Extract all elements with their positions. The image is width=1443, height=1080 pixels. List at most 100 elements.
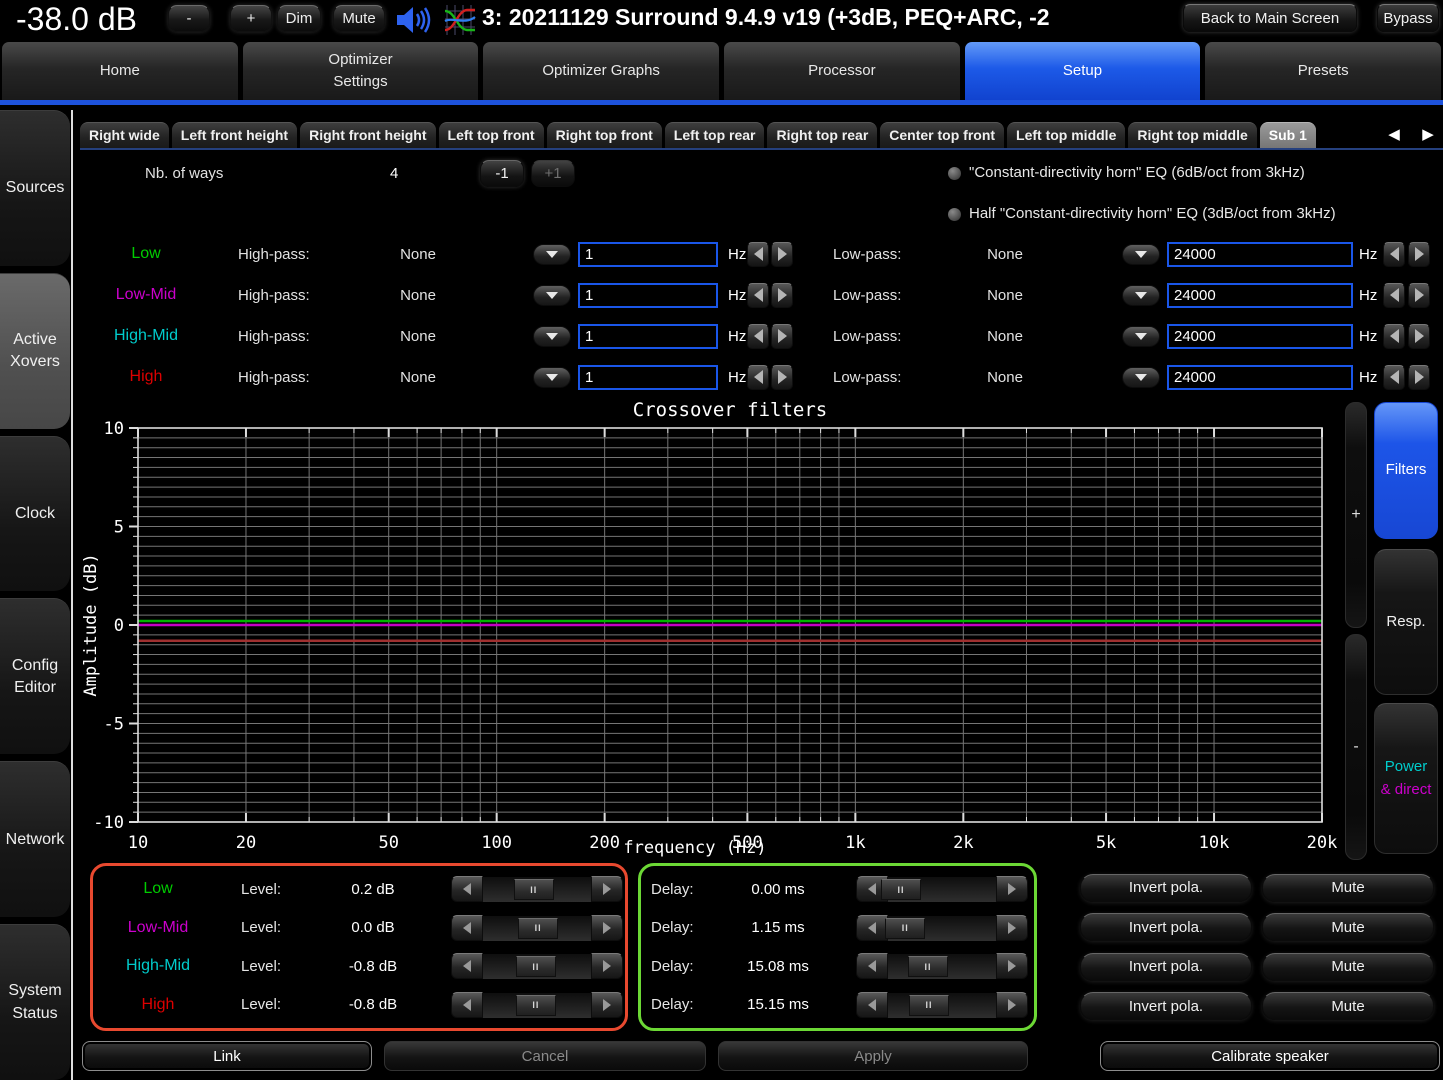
tab-optimizer-graphs[interactable]: Optimizer Graphs [483,42,719,100]
high-pass-freq-down-button[interactable] [747,365,769,390]
slider-handle[interactable]: II [514,879,554,900]
slider-decrement-button[interactable] [856,992,888,1018]
channel-tab-left-front-height[interactable]: Left front height [172,122,297,148]
dim-button[interactable]: Dim [277,5,321,32]
channel-tab-left-top-front[interactable]: Left top front [439,122,544,148]
slider-increment-button[interactable] [996,876,1028,902]
delay-slider-high-mid[interactable]: II [856,953,1028,979]
slider-increment-button[interactable] [591,953,623,979]
mute-button-high[interactable]: Mute [1262,992,1434,1020]
ways-decrement-button[interactable]: -1 [480,160,524,187]
ways-increment-button[interactable]: +1 [531,160,575,187]
low-pass-type-dropdown[interactable] [1122,326,1160,347]
slider-handle[interactable]: II [516,995,556,1016]
high-pass-type-dropdown[interactable] [533,367,571,388]
invert-polarity-button-high-mid[interactable]: Invert pola. [1080,953,1252,981]
mute-button-low-mid[interactable]: Mute [1262,913,1434,941]
slider-track[interactable]: II [888,876,996,902]
slider-increment-button[interactable] [591,992,623,1018]
high-pass-type-dropdown[interactable] [533,326,571,347]
slider-handle[interactable]: II [885,918,925,939]
slider-increment-button[interactable] [996,953,1028,979]
channel-tab-right-top-middle[interactable]: Right top middle [1128,122,1256,148]
high-pass-freq-input[interactable] [578,324,718,349]
slider-track[interactable]: II [483,876,591,902]
high-pass-type-dropdown[interactable] [533,244,571,265]
sidebar-item-active-xovers[interactable]: Active Xovers [0,273,70,429]
channel-tab-right-top-front[interactable]: Right top front [547,122,662,148]
channel-tab-right-wide[interactable]: Right wide [80,122,169,148]
slider-handle[interactable]: II [908,956,948,977]
cancel-button[interactable]: Cancel [384,1041,706,1071]
low-pass-freq-input[interactable] [1167,283,1353,308]
level-slider-low-mid[interactable]: II [451,915,623,941]
channel-tab-left-top-rear[interactable]: Left top rear [665,122,765,148]
slider-track[interactable]: II [888,915,996,941]
mute-button-low[interactable]: Mute [1262,874,1434,902]
slider-decrement-button[interactable] [451,992,483,1018]
tab-optimizer-settings[interactable]: Optimizer Settings [243,42,479,100]
invert-polarity-button-low-mid[interactable]: Invert pola. [1080,913,1252,941]
low-pass-freq-down-button[interactable] [1383,365,1405,390]
high-pass-freq-up-button[interactable] [771,324,793,349]
slider-handle[interactable]: II [881,879,921,900]
slider-track[interactable]: II [888,953,996,979]
high-pass-freq-input[interactable] [578,365,718,390]
sidebar-item-config-editor[interactable]: Config Editor [0,598,70,754]
zoom-in-button[interactable]: + [1345,402,1367,628]
slider-handle[interactable]: II [516,956,556,977]
delay-slider-low[interactable]: II [856,876,1028,902]
high-pass-freq-input[interactable] [578,283,718,308]
sidebar-item-clock[interactable]: Clock [0,436,70,592]
low-pass-type-dropdown[interactable] [1122,244,1160,265]
invert-polarity-button-low[interactable]: Invert pola. [1080,874,1252,902]
sidebar-item-system-status[interactable]: System Status [0,924,70,1080]
mute-button-high-mid[interactable]: Mute [1262,953,1434,981]
slider-increment-button[interactable] [996,992,1028,1018]
cd-horn-eq-radio[interactable] [948,167,961,180]
tab-presets[interactable]: Presets [1205,42,1441,100]
calibrate-speaker-button[interactable]: Calibrate speaker [1100,1041,1440,1071]
slider-track[interactable]: II [483,992,591,1018]
slider-track[interactable]: II [483,915,591,941]
channel-tabs-next-icon[interactable]: ▶ [1415,121,1441,147]
low-pass-type-dropdown[interactable] [1122,367,1160,388]
slider-decrement-button[interactable] [451,953,483,979]
low-pass-freq-input[interactable] [1167,324,1353,349]
tab-setup[interactable]: Setup [965,42,1201,100]
low-pass-freq-down-button[interactable] [1383,283,1405,308]
high-pass-freq-input[interactable] [578,242,718,267]
channel-tab-right-top-rear[interactable]: Right top rear [767,122,877,148]
zoom-out-button[interactable]: - [1345,634,1367,860]
half-cd-horn-eq-radio[interactable] [948,208,961,221]
high-pass-freq-up-button[interactable] [771,242,793,267]
volume-down-button[interactable]: - [168,5,210,32]
tab-processor[interactable]: Processor [724,42,960,100]
link-button[interactable]: Link [82,1041,372,1071]
slider-decrement-button[interactable] [451,915,483,941]
apply-button[interactable]: Apply [718,1041,1028,1071]
channel-tab-sub-1[interactable]: Sub 1 [1260,122,1316,148]
cd-horn-eq-label[interactable]: "Constant-directivity horn" EQ (6dB/oct … [969,164,1305,181]
low-pass-freq-input[interactable] [1167,365,1353,390]
channel-tab-left-top-middle[interactable]: Left top middle [1007,122,1125,148]
high-pass-freq-up-button[interactable] [771,365,793,390]
power-direct-view-button[interactable]: Power & direct [1374,703,1438,854]
mute-button[interactable]: Mute [333,5,385,32]
delay-slider-low-mid[interactable]: II [856,915,1028,941]
low-pass-freq-down-button[interactable] [1383,242,1405,267]
half-cd-horn-eq-label[interactable]: Half "Constant-directivity horn" EQ (3dB… [969,205,1336,222]
sidebar-item-sources[interactable]: Sources [0,110,70,266]
low-pass-freq-up-button[interactable] [1408,242,1430,267]
high-pass-freq-up-button[interactable] [771,283,793,308]
back-to-main-screen-button[interactable]: Back to Main Screen [1183,4,1357,32]
slider-handle[interactable]: II [518,918,558,939]
slider-track[interactable]: II [888,992,996,1018]
low-pass-freq-up-button[interactable] [1408,324,1430,349]
response-view-button[interactable]: Resp. [1374,549,1438,695]
slider-increment-button[interactable] [996,915,1028,941]
low-pass-freq-input[interactable] [1167,242,1353,267]
invert-polarity-button-high[interactable]: Invert pola. [1080,992,1252,1020]
slider-increment-button[interactable] [591,915,623,941]
tab-home[interactable]: Home [2,42,238,100]
